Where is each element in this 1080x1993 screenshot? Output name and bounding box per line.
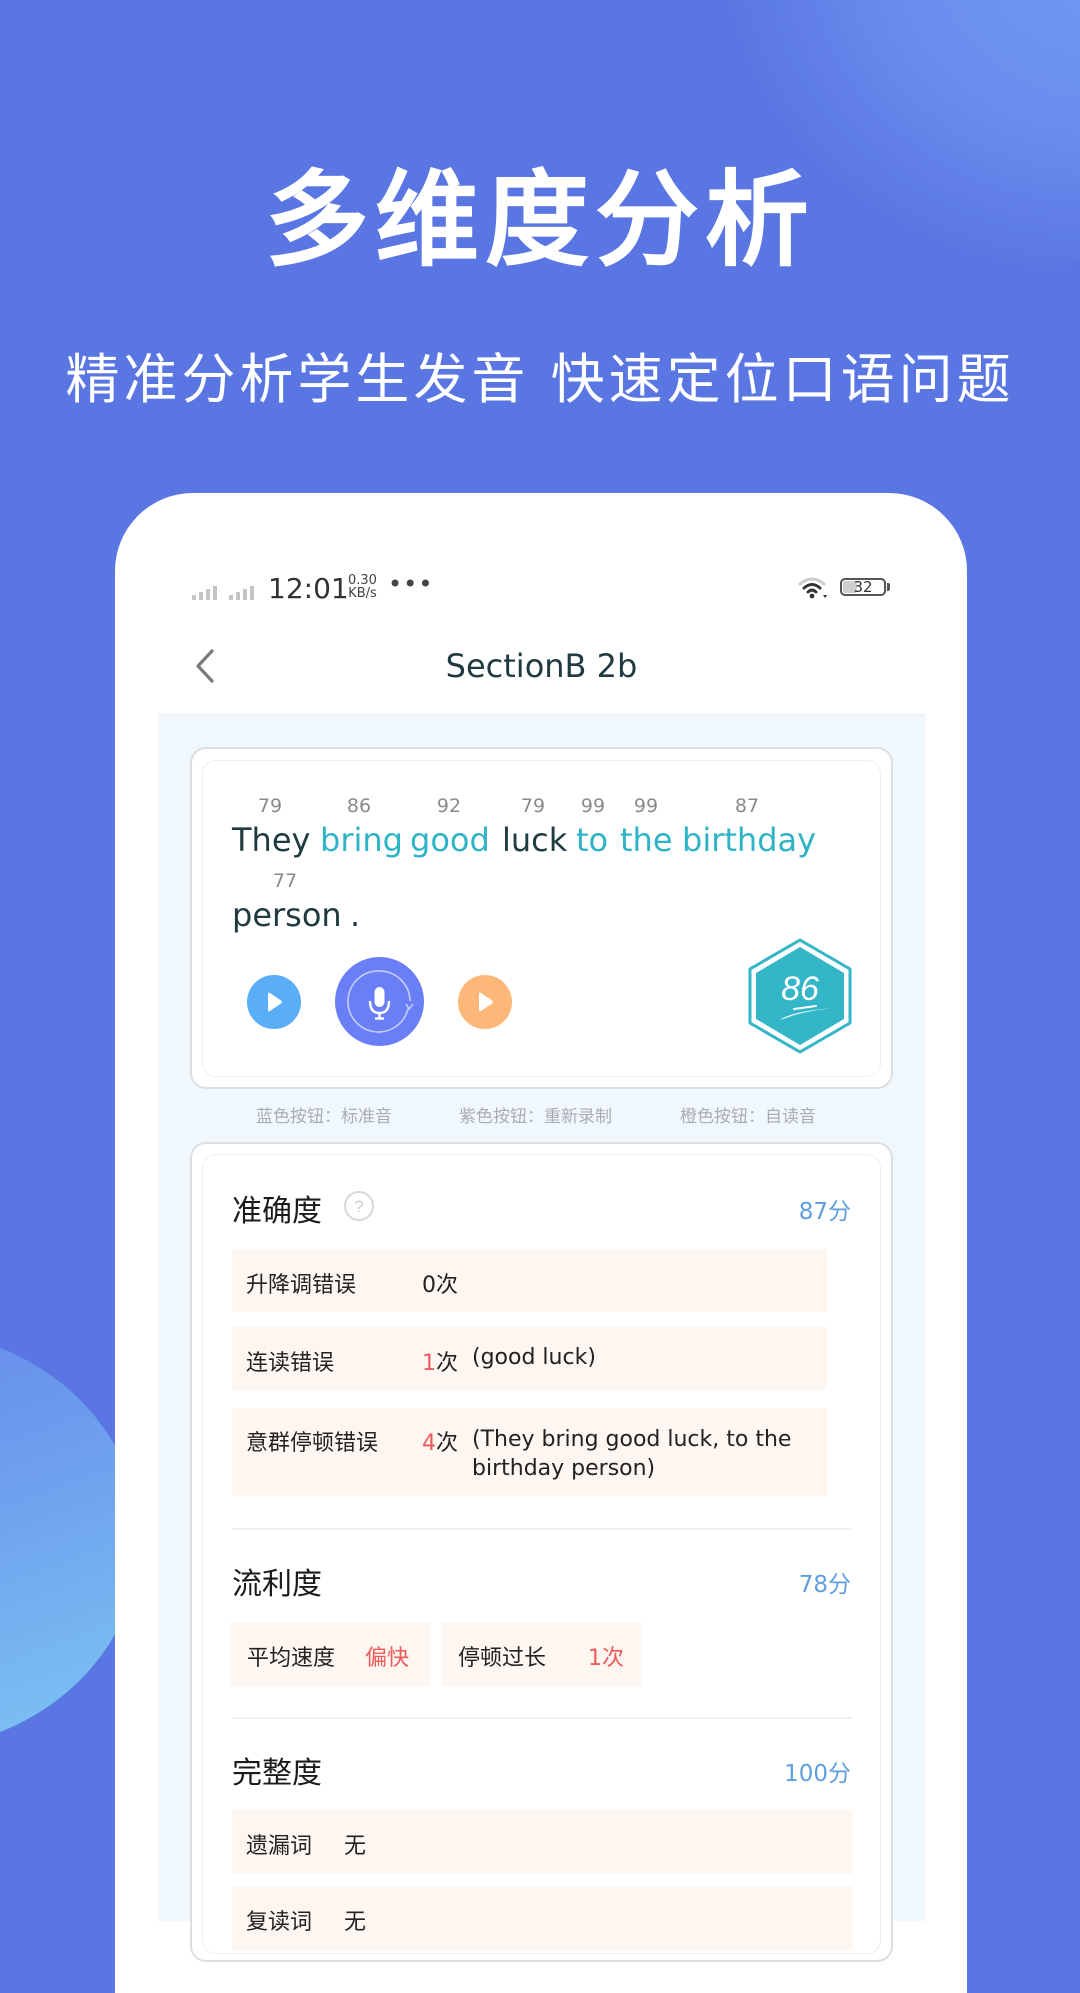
signal-icon [192, 586, 254, 600]
hint-blue-button: 蓝色按钮：标准音 [256, 1107, 392, 1127]
row-label: 意群停顿错误 [246, 1431, 379, 1456]
count-unit: 次 [436, 1273, 459, 1298]
self-recording-play-button[interactable] [458, 975, 512, 1029]
word-text: to [576, 821, 609, 859]
chip-label: 平均速度 [247, 1646, 336, 1671]
accuracy-row-sense-group-pause: 意群停顿错误 4次 (They bring good luck, to the … [232, 1408, 827, 1496]
word-text: . [350, 896, 361, 934]
word[interactable]: 87 birthday [682, 795, 816, 865]
word-text: birthday [682, 821, 817, 859]
word-score: 77 [272, 870, 298, 892]
completeness-row-omitted: 遗漏词 无 [232, 1810, 852, 1874]
word[interactable]: 79 luck [502, 795, 568, 865]
word-text: bring [320, 821, 403, 859]
error-count: 1 [422, 1351, 436, 1376]
fluency-chip-long-pause: 停顿过长 1次 [442, 1622, 641, 1686]
word[interactable]: 77 person [232, 870, 342, 940]
count-unit: 次 [436, 1351, 459, 1376]
accuracy-row-intonation: 升降调错误 0次 [232, 1249, 827, 1312]
hint-orange-button: 橙色按钮：自读音 [680, 1107, 816, 1127]
accuracy-row-liaison: 连读错误 1次 (good luck) [232, 1327, 827, 1390]
more-notifications-icon: ••• [388, 570, 434, 598]
completeness-score: 100分 [784, 1761, 851, 1787]
microphone-icon [347, 970, 414, 1033]
fluency-title: 流利度 [232, 1567, 322, 1602]
svg-text:?: ? [354, 1197, 363, 1216]
word[interactable]: 99 the [620, 795, 673, 865]
word[interactable]: 99 to [576, 795, 610, 865]
word-score: 87 [734, 795, 760, 817]
wifi-icon [798, 577, 827, 599]
word[interactable]: 92 good [410, 795, 490, 865]
word-score: 99 [580, 795, 606, 817]
word-score: 79 [257, 795, 283, 817]
punctuation: . [350, 870, 370, 940]
battery-level: 32 [853, 578, 873, 596]
battery-icon: 32 [840, 578, 886, 596]
status-bar: 12:01 0.30 KB/s ••• 32 [190, 570, 890, 610]
word-score: 79 [520, 795, 546, 817]
row-value: 1次 [422, 1345, 458, 1377]
row-label: 升降调错误 [246, 1273, 357, 1298]
section-divider [232, 1717, 852, 1719]
error-count: 0 [422, 1273, 436, 1298]
word-score: 99 [633, 795, 659, 817]
battery-tip [887, 583, 890, 591]
row-value: 0次 [422, 1267, 458, 1299]
play-icon [268, 992, 282, 1012]
word-text: good [410, 821, 490, 859]
total-score-badge: 86 [748, 938, 852, 1054]
word[interactable]: 86 bring [320, 795, 403, 865]
hero-title: 多维度分析 [264, 159, 815, 281]
row-label: 连读错误 [246, 1351, 335, 1376]
total-score: 86 [781, 970, 819, 1008]
word-text: the [620, 821, 673, 859]
word-score: 92 [436, 795, 462, 817]
network-speed-unit: KB/s [348, 586, 377, 601]
chip-value: 偏快 [365, 1646, 410, 1671]
play-icon [479, 992, 493, 1012]
word-score: 86 [346, 795, 372, 817]
completeness-row-repeated: 复读词 无 [232, 1886, 852, 1950]
hint-purple-button: 紫色按钮：重新录制 [459, 1107, 612, 1127]
question-circle-icon[interactable]: ? [343, 1190, 375, 1222]
page-title: SectionB 2b [445, 647, 638, 685]
chip-label: 停顿过长 [458, 1646, 547, 1671]
fluency-chip-speed: 平均速度 偏快 [231, 1622, 430, 1686]
completeness-title: 完整度 [232, 1756, 322, 1791]
rerecord-button[interactable] [335, 957, 424, 1046]
error-detail: (They bring good luck, to the birthday p… [472, 1427, 792, 1481]
row-value: 无 [344, 1834, 367, 1859]
word[interactable]: 79 They [232, 795, 311, 865]
status-time: 12:01 [268, 572, 349, 605]
count-unit: 次 [436, 1431, 459, 1456]
row-value: 4次 [422, 1425, 458, 1457]
standard-audio-play-button[interactable] [247, 975, 301, 1029]
accuracy-title: 准确度 [232, 1194, 322, 1229]
row-label: 复读词 [246, 1910, 313, 1935]
chip-value: 1次 [588, 1646, 624, 1671]
fluency-score: 78分 [798, 1572, 851, 1598]
network-speed: 0.30 KB/s [348, 574, 377, 600]
section-divider [232, 1528, 852, 1530]
hero-subtitle: 精准分析学生发音 快速定位口语问题 [65, 348, 1015, 411]
accuracy-score: 87分 [798, 1199, 851, 1225]
word-text: luck [502, 821, 568, 859]
row-label: 遗漏词 [246, 1834, 313, 1859]
word-text: person [232, 896, 342, 934]
error-count: 4 [422, 1431, 436, 1456]
word-text: They [232, 821, 311, 859]
row-value: 无 [344, 1910, 367, 1935]
error-detail: (good luck) [472, 1345, 596, 1370]
